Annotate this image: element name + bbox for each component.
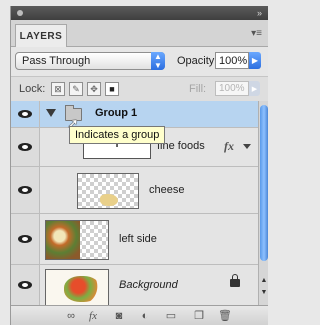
opacity-input[interactable]: 100% (215, 52, 249, 69)
layer-name: left side (119, 233, 157, 245)
lock-all-icon[interactable]: ■ (105, 82, 119, 96)
new-layer-icon[interactable]: ❐ (191, 309, 207, 323)
scrollbar[interactable]: ▲ ▼ (258, 101, 268, 305)
visibility-toggle[interactable] (11, 101, 40, 127)
tooltip: Indicates a group (69, 126, 166, 144)
visibility-toggle[interactable] (11, 128, 40, 166)
visibility-toggle[interactable] (11, 167, 40, 213)
panel-menu-icon[interactable]: ▾≡ (251, 28, 262, 39)
panel-bottom-toolbar: ∞ fx ◙ ◐ ▭ ❐ 🗑 (11, 305, 268, 325)
scroll-down-arrow-icon[interactable]: ▼ (260, 289, 268, 299)
layer-row-left-side[interactable]: left side (11, 214, 258, 265)
trash-icon[interactable]: 🗑 (217, 309, 233, 323)
eye-icon (18, 186, 32, 194)
layer-thumbnail (77, 173, 139, 209)
food-photo-image (46, 221, 80, 259)
layer-name: Group 1 (95, 107, 138, 119)
adjustment-icon[interactable]: ◐ (137, 309, 153, 323)
panel-titlebar[interactable]: » (11, 6, 268, 20)
lock-pixels-icon[interactable]: ✎ (69, 82, 83, 96)
opacity-label: Opacity: (177, 55, 218, 67)
blend-mode-value: Pass Through (22, 55, 91, 67)
blend-mode-select[interactable]: Pass Through ▲ ▼ (15, 52, 165, 70)
scroll-up-arrow-icon[interactable]: ▲ (260, 277, 268, 287)
lock-transparent-icon[interactable]: ⊠ (51, 82, 65, 96)
lock-row: Lock: ⊠ ✎ ✥ ■ Fill: 100% ▶ (11, 76, 268, 102)
food-plate-image (64, 276, 100, 302)
scrollbar-thumb[interactable] (260, 105, 268, 261)
mask-icon[interactable]: ◙ (111, 309, 127, 323)
fill-label: Fill: (189, 83, 207, 95)
layers-panel: » LAYERS ▾≡ Pass Through ▲ ▼ Opacity: 100… (10, 6, 268, 325)
effects-expand-icon[interactable] (243, 144, 251, 149)
fill-input[interactable]: 100% (215, 81, 249, 96)
visibility-toggle[interactable] (11, 214, 40, 264)
eye-icon (18, 143, 32, 151)
disclosure-triangle-icon[interactable] (46, 109, 56, 117)
layer-row-background[interactable]: Background (11, 265, 258, 307)
layer-name: Background (119, 279, 178, 291)
collapse-icon[interactable]: » (257, 8, 262, 18)
visibility-toggle[interactable] (11, 265, 40, 305)
link-icon[interactable]: ∞ (63, 309, 79, 323)
select-arrows-icon: ▲ ▼ (151, 52, 165, 70)
layer-thumbnail (45, 220, 109, 260)
fx-icon[interactable]: fx (85, 309, 101, 323)
lock-position-icon[interactable]: ✥ (87, 82, 101, 96)
layer-name: cheese (149, 184, 185, 196)
eye-icon (18, 281, 32, 289)
eye-icon (18, 235, 32, 243)
layer-row-group-1[interactable]: ➚ Group 1 (11, 101, 258, 131)
close-dot-icon[interactable] (17, 10, 23, 16)
tab-layers[interactable]: LAYERS (15, 24, 67, 47)
layer-row-cheese[interactable]: cheese (11, 167, 258, 214)
fill-slider-arrow-icon[interactable]: ▶ (249, 81, 260, 96)
fx-icon[interactable]: fx (224, 139, 234, 154)
tab-bar: LAYERS ▾≡ (11, 20, 268, 47)
layer-thumbnail (45, 269, 109, 307)
cheese-image (100, 194, 118, 206)
new-group-icon[interactable]: ▭ (163, 309, 179, 323)
lock-icon (230, 274, 240, 287)
opacity-slider-arrow-icon[interactable]: ▶ (249, 52, 261, 69)
eye-icon (18, 110, 32, 118)
lock-label: Lock: (19, 83, 46, 95)
